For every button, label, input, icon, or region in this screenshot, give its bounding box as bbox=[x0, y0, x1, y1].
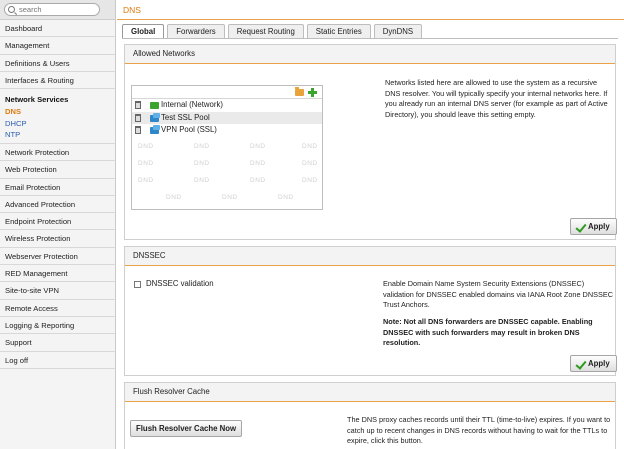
allowed-networks-title: Allowed Networks bbox=[125, 45, 615, 64]
page-title: DNS bbox=[123, 5, 141, 15]
search-input[interactable] bbox=[19, 4, 97, 15]
tab-static-entries[interactable]: Static Entries bbox=[306, 24, 371, 38]
dnd-watermark: DND bbox=[250, 177, 266, 184]
sidebar-item-web-protection[interactable]: Web Protection bbox=[0, 161, 115, 179]
sidebar-subitem-dns[interactable]: DNS bbox=[0, 106, 115, 118]
dnd-watermark: DND bbox=[194, 160, 210, 167]
drop-zone[interactable]: DND DND DND DND DND DND DND DND DND DND … bbox=[132, 137, 322, 209]
page-header: DNS bbox=[117, 0, 624, 20]
apply-button[interactable]: Apply bbox=[570, 355, 617, 372]
dnd-watermark: DND bbox=[302, 143, 318, 150]
dnd-watermark: DND bbox=[194, 177, 210, 184]
dnd-watermark: DND bbox=[278, 194, 294, 201]
flush-cache-panel: Flush Resolver Cache Flush Resolver Cach… bbox=[124, 382, 616, 449]
check-icon bbox=[575, 222, 585, 232]
sidebar-item-webserver-protection[interactable]: Webserver Protection bbox=[0, 248, 115, 266]
sidebar-item-site-to-site-vpn[interactable]: Site-to-site VPN bbox=[0, 282, 115, 300]
dnd-watermark: DND bbox=[138, 177, 154, 184]
tab-bar: Global Forwarders Request Routing Static… bbox=[122, 24, 423, 38]
sidebar-item-remote-access[interactable]: Remote Access bbox=[0, 300, 115, 317]
sidebar-item-logging-reporting[interactable]: Logging & Reporting bbox=[0, 317, 115, 335]
sidebar-item-wireless-protection[interactable]: Wireless Protection bbox=[0, 230, 115, 248]
sidebar-item-red-management[interactable]: RED Management bbox=[0, 265, 115, 283]
dnd-watermark: DND bbox=[194, 143, 210, 150]
tab-divider bbox=[122, 38, 618, 39]
dnssec-panel: DNSSEC DNSSEC validation Enable Domain N… bbox=[124, 246, 617, 376]
dnssec-title: DNSSEC bbox=[125, 247, 615, 266]
list-item-label: VPN Pool (SSL) bbox=[161, 125, 217, 134]
check-icon bbox=[575, 359, 585, 369]
tab-dyndns[interactable]: DynDNS bbox=[373, 24, 423, 38]
sidebar: Dashboard Management Definitions & Users… bbox=[0, 0, 116, 449]
pool-icon bbox=[150, 125, 160, 134]
search-icon bbox=[8, 6, 15, 13]
sidebar-submenu: DNS DHCP NTP bbox=[0, 106, 115, 144]
sidebar-item-endpoint-protection[interactable]: Endpoint Protection bbox=[0, 213, 115, 231]
dnssec-note: Note: Not all DNS forwarders are DNSSEC … bbox=[383, 317, 593, 347]
sidebar-subitem-dhcp[interactable]: DHCP bbox=[0, 118, 115, 130]
dnd-watermark: DND bbox=[302, 177, 318, 184]
folder-icon[interactable] bbox=[295, 87, 304, 96]
add-icon[interactable] bbox=[308, 88, 317, 97]
flush-cache-description: The DNS proxy caches records until their… bbox=[347, 415, 611, 445]
dnd-watermark: DND bbox=[222, 194, 238, 201]
list-item[interactable]: Test SSL Pool bbox=[132, 111, 322, 124]
dnd-watermark: DND bbox=[138, 143, 154, 150]
sidebar-item-advanced-protection[interactable]: Advanced Protection bbox=[0, 196, 115, 214]
search-box[interactable] bbox=[4, 3, 100, 16]
search-bar bbox=[0, 0, 115, 20]
allowed-networks-description: Networks listed here are allowed to use … bbox=[385, 78, 608, 119]
sidebar-item-log-off[interactable]: Log off bbox=[0, 352, 115, 369]
dnssec-checkbox[interactable] bbox=[134, 281, 141, 288]
sidebar-item-email-protection[interactable]: Email Protection bbox=[0, 179, 115, 196]
sidebar-item-network-protection[interactable]: Network Protection bbox=[0, 144, 115, 162]
dnd-watermark: DND bbox=[166, 194, 182, 201]
dnssec-description: Enable Domain Name System Security Exten… bbox=[383, 279, 613, 309]
sidebar-item-network-services[interactable]: Network Services bbox=[0, 89, 115, 106]
sidebar-item-support[interactable]: Support bbox=[0, 334, 115, 352]
dnd-watermark: DND bbox=[250, 143, 266, 150]
list-item[interactable]: Internal (Network) bbox=[132, 99, 322, 112]
trash-icon[interactable] bbox=[135, 101, 141, 109]
apply-label: Apply bbox=[588, 359, 610, 368]
flush-cache-button[interactable]: Flush Resolver Cache Now bbox=[130, 420, 243, 437]
allowed-networks-list: Internal (Network) Test SSL Pool VPN Poo… bbox=[131, 85, 323, 210]
network-icon bbox=[150, 102, 159, 109]
dnd-watermark: DND bbox=[302, 160, 318, 167]
pool-icon bbox=[150, 112, 160, 122]
sidebar-item-definitions-users[interactable]: Definitions & Users bbox=[0, 55, 115, 72]
allowed-networks-panel: Allowed Networks Internal (Network) Test… bbox=[124, 44, 617, 240]
sidebar-subitem-ntp[interactable]: NTP bbox=[0, 129, 115, 141]
trash-icon[interactable] bbox=[135, 113, 141, 122]
dnd-watermark: DND bbox=[138, 160, 154, 167]
tab-global[interactable]: Global bbox=[122, 24, 165, 38]
sidebar-item-interfaces-routing[interactable]: Interfaces & Routing bbox=[0, 72, 115, 90]
list-item-label: Internal (Network) bbox=[161, 100, 223, 109]
tab-request-routing[interactable]: Request Routing bbox=[227, 24, 304, 38]
trash-icon[interactable] bbox=[135, 126, 141, 134]
dnd-watermark: DND bbox=[250, 160, 266, 167]
flush-cache-title: Flush Resolver Cache bbox=[125, 383, 615, 402]
dnssec-checkbox-label: DNSSEC validation bbox=[146, 279, 214, 288]
sidebar-item-management[interactable]: Management bbox=[0, 37, 115, 55]
sidebar-item-dashboard[interactable]: Dashboard bbox=[0, 20, 115, 38]
list-item[interactable]: VPN Pool (SSL) bbox=[132, 124, 322, 137]
apply-button[interactable]: Apply bbox=[570, 218, 617, 235]
list-item-label: Test SSL Pool bbox=[161, 112, 210, 122]
apply-label: Apply bbox=[588, 222, 610, 231]
tab-forwarders[interactable]: Forwarders bbox=[167, 24, 225, 38]
list-toolbar bbox=[132, 86, 322, 99]
